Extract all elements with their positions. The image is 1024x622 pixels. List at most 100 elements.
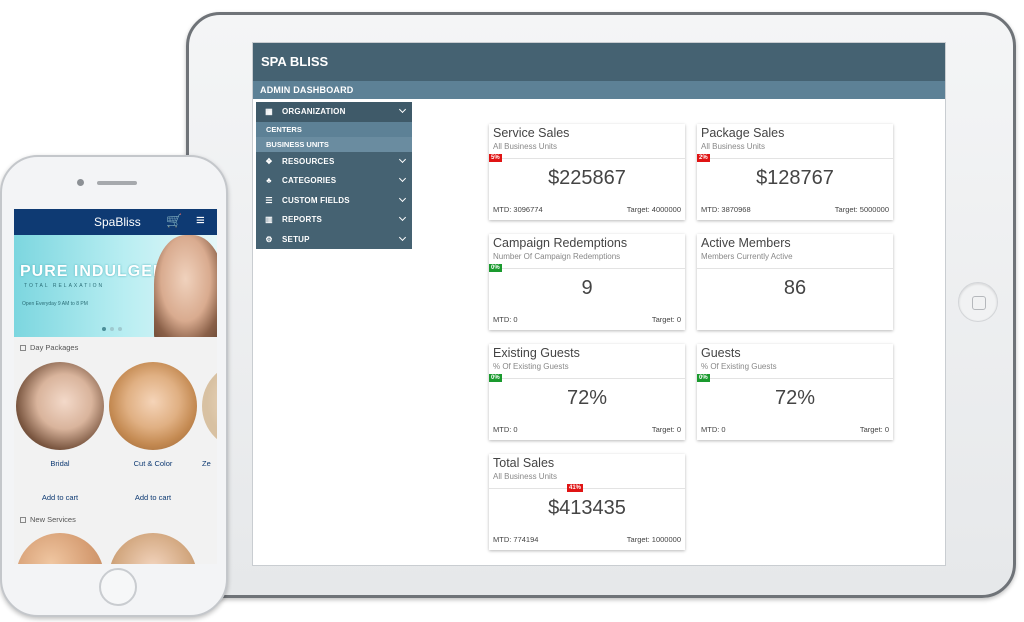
menu-label: CATEGORIES xyxy=(282,176,337,186)
page-title: ADMIN DASHBOARD xyxy=(253,81,945,99)
add-to-cart-button[interactable]: Add to cart xyxy=(109,493,197,502)
card-target: Target: 0 xyxy=(651,315,681,324)
change-badge: 0% xyxy=(697,374,710,382)
card-guests[interactable]: Guests % Of Existing Guests 0% 72% MTD: … xyxy=(697,344,893,440)
service-image[interactable] xyxy=(16,533,104,564)
card-package-sales[interactable]: Package Sales All Business Units 2% $128… xyxy=(697,124,893,220)
tablet-screen: SPA BLISS ADMIN DASHBOARD ▦ ORGANIZATION… xyxy=(252,42,946,566)
submenu-item-business-units[interactable]: BUSINESS UNITS xyxy=(256,136,412,152)
divider xyxy=(697,268,893,269)
menu-item-resources[interactable]: ❖ RESOURCES xyxy=(256,152,412,172)
menu-item-custom-fields[interactable]: ☰ CUSTOM FIELDS xyxy=(256,191,412,211)
divider xyxy=(489,158,685,159)
chevron-down-icon xyxy=(398,233,407,241)
card-title: Campaign Redemptions xyxy=(493,236,628,250)
menu-label: ORGANIZATION xyxy=(282,107,346,117)
chevron-down-icon xyxy=(398,105,407,114)
card-mtd: MTD: 0 xyxy=(701,425,726,434)
card-value: 9 xyxy=(581,277,593,299)
card-mtd: MTD: 0 xyxy=(493,315,518,324)
divider xyxy=(489,378,685,379)
card-mtd: MTD: 774194 xyxy=(493,535,539,544)
phone-home-button[interactable] xyxy=(99,568,137,606)
card-value: $128767 xyxy=(756,167,834,189)
card-target: Target: 0 xyxy=(651,425,681,434)
cubes-icon: ❖ xyxy=(265,156,273,166)
card-title: Total Sales xyxy=(493,456,555,470)
card-existing-guests[interactable]: Existing Guests % Of Existing Guests 0% … xyxy=(489,344,685,440)
section-new-services: New Services xyxy=(20,515,76,524)
card-title: Package Sales xyxy=(701,126,785,140)
add-to-cart-button[interactable]: Add to cart xyxy=(16,493,104,502)
section-icon xyxy=(20,517,26,523)
product-image-bridal[interactable] xyxy=(16,362,104,450)
menu-item-organization[interactable]: ▦ ORGANIZATION xyxy=(256,102,412,122)
product-image-zen[interactable] xyxy=(202,362,217,450)
submenu-organization: CENTERS BUSINESS UNITS xyxy=(256,121,412,152)
change-badge: 5% xyxy=(489,154,502,162)
card-title: Existing Guests xyxy=(493,346,580,360)
chevron-down-icon xyxy=(398,155,407,163)
card-total-sales[interactable]: Total Sales All Business Units 41% $4134… xyxy=(489,454,685,550)
card-target: Target: 0 xyxy=(859,425,889,434)
menu-label: SETUP xyxy=(282,234,310,244)
card-target: Target: 4000000 xyxy=(626,205,681,214)
phone-product-area: Bridal Cut & Color Ze Add to cart Add to… xyxy=(14,209,217,564)
divider xyxy=(697,158,893,159)
card-value: $413435 xyxy=(548,497,626,519)
app-title: SPA BLISS xyxy=(253,43,945,81)
chevron-down-icon xyxy=(398,194,407,202)
card-subtitle: % Of Existing Guests xyxy=(493,362,569,371)
section-label: New Services xyxy=(30,515,76,524)
card-value: 72% xyxy=(566,387,608,409)
card-subtitle: Number Of Campaign Redemptions xyxy=(493,252,621,261)
product-image-cut-color[interactable] xyxy=(109,362,197,450)
menu-item-setup[interactable]: ⚙ SETUP xyxy=(256,230,412,250)
card-title: Service Sales xyxy=(493,126,570,140)
phone-speaker xyxy=(97,181,137,185)
gear-icon: ⚙ xyxy=(265,234,273,244)
card-subtitle: All Business Units xyxy=(701,142,766,151)
card-subtitle: % Of Existing Guests xyxy=(701,362,777,371)
bar-chart-icon: ▥ xyxy=(265,215,273,225)
card-target: Target: 1000000 xyxy=(626,535,681,544)
menu-label: RESOURCES xyxy=(282,156,335,166)
card-campaign-redemptions[interactable]: Campaign Redemptions Number Of Campaign … xyxy=(489,234,685,330)
card-active-members[interactable]: Active Members Members Currently Active … xyxy=(697,234,893,330)
chevron-down-icon xyxy=(398,174,407,183)
product-name[interactable]: Bridal xyxy=(16,459,104,468)
card-subtitle: All Business Units xyxy=(493,472,558,481)
menu-item-reports[interactable]: ▥ REPORTS xyxy=(256,210,412,230)
menu-label: CUSTOM FIELDS xyxy=(282,195,350,205)
change-badge: 41% xyxy=(567,484,584,492)
sitemap-icon: ♣ xyxy=(266,176,272,186)
card-mtd: MTD: 0 xyxy=(493,425,518,434)
card-subtitle: Members Currently Active xyxy=(701,252,793,261)
product-name[interactable]: Ze xyxy=(202,459,217,468)
chevron-down-icon xyxy=(398,213,407,222)
side-menu: ▦ ORGANIZATION CENTERS BUSINESS UNITS ❖ … xyxy=(256,102,412,249)
submenu-item-centers[interactable]: CENTERS xyxy=(256,122,412,137)
sliders-icon: ☰ xyxy=(265,195,273,205)
change-badge: 0% xyxy=(489,264,502,272)
service-image[interactable] xyxy=(109,533,197,564)
camera-icon xyxy=(77,179,84,186)
tablet-home-button[interactable] xyxy=(958,282,998,322)
card-value: 72% xyxy=(774,387,816,409)
change-badge: 0% xyxy=(489,374,502,382)
divider xyxy=(489,268,685,269)
card-title: Active Members xyxy=(701,236,791,250)
divider xyxy=(697,378,893,379)
card-mtd: MTD: 3870968 xyxy=(701,205,751,214)
card-mtd: MTD: 3096774 xyxy=(493,205,543,214)
menu-label: REPORTS xyxy=(282,215,323,225)
card-value: 86 xyxy=(783,277,807,299)
card-service-sales[interactable]: Service Sales All Business Units 5% $225… xyxy=(489,124,685,220)
card-value: $225867 xyxy=(548,167,626,189)
divider xyxy=(489,488,685,489)
menu-item-categories[interactable]: ♣ CATEGORIES xyxy=(256,171,412,191)
card-target: Target: 5000000 xyxy=(834,205,889,214)
card-title: Guests xyxy=(701,346,741,360)
product-name[interactable]: Cut & Color xyxy=(109,459,197,468)
building-icon: ▦ xyxy=(265,107,273,117)
